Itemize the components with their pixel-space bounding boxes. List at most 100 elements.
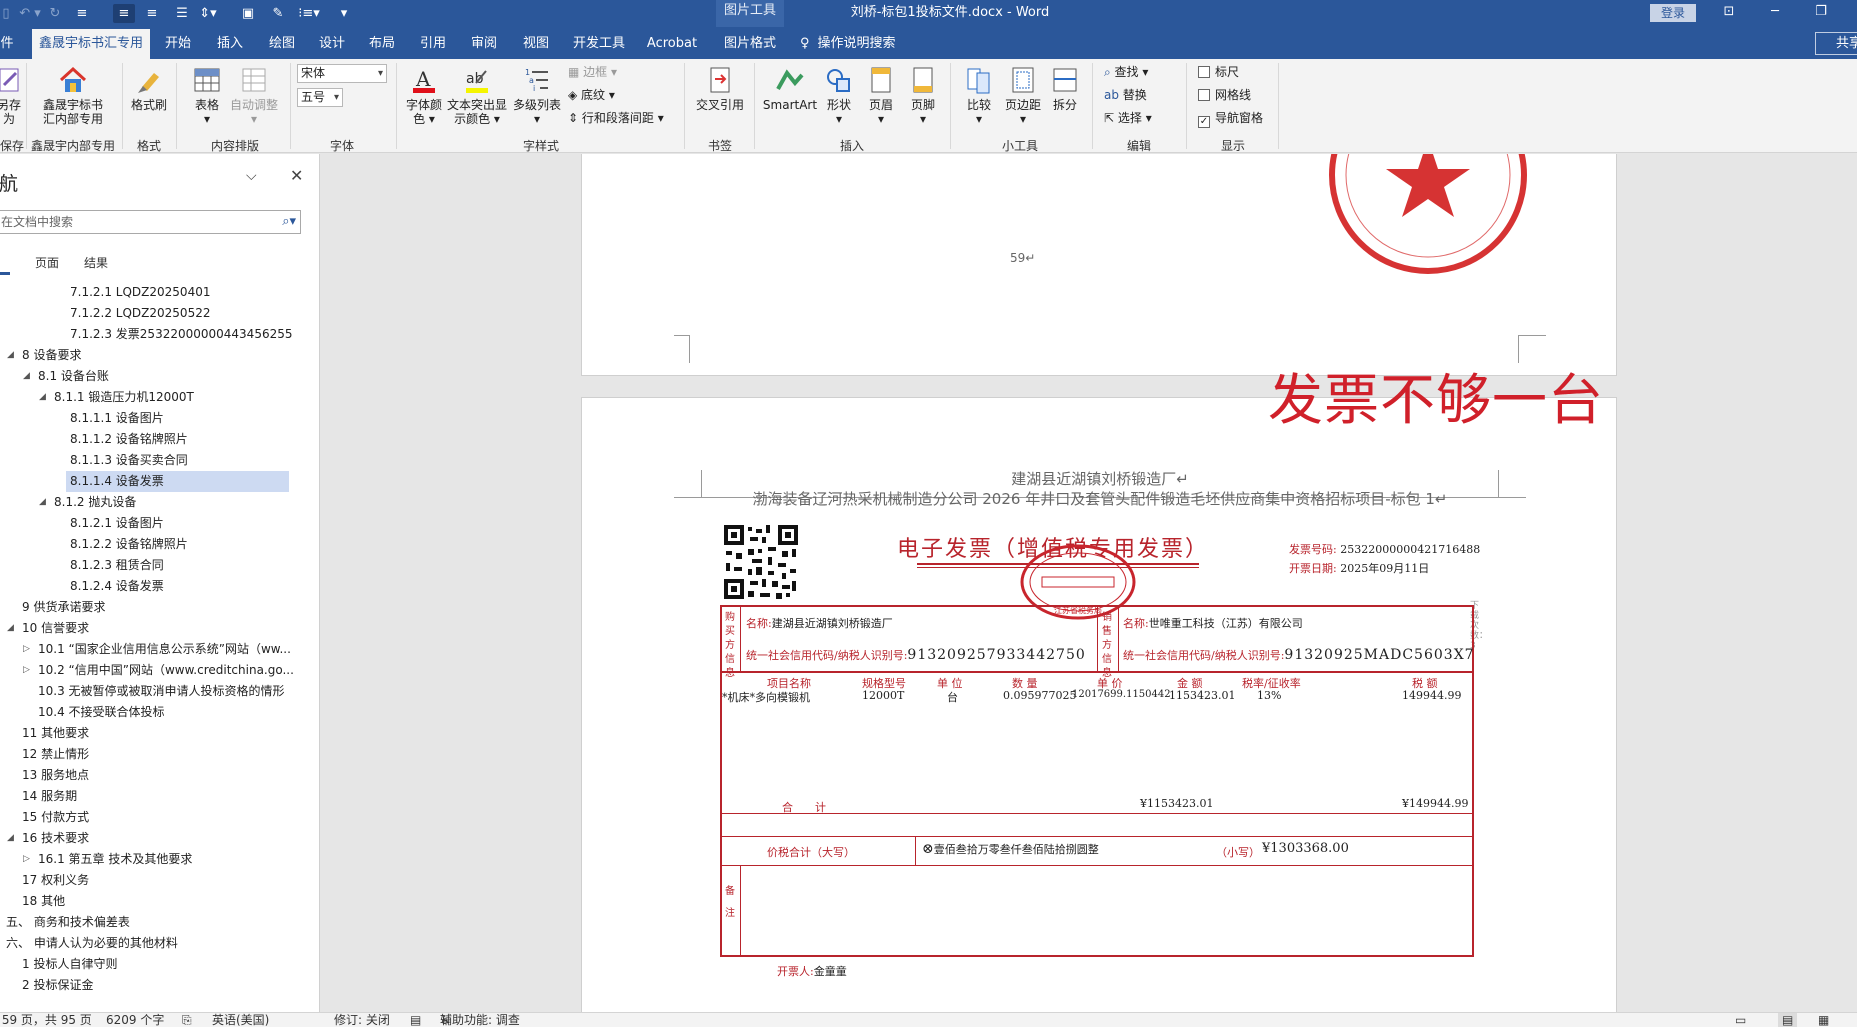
smartart-button[interactable]: SmartArt: [762, 65, 818, 112]
gridlines-checkbox[interactable]: 网格线: [1198, 86, 1251, 104]
tab-picture-format[interactable]: 图片格式: [716, 27, 784, 59]
document-area[interactable]: 59↵ 建湖县近湖镇刘桥锻造厂↵ 渤海装备辽河热采机械制造分公司 2026 年井…: [321, 154, 1857, 1012]
nav-heading-item[interactable]: 7.1.2.2 LQDZ20250522: [70, 303, 210, 324]
justify-icon[interactable]: ☰: [172, 4, 192, 23]
macro-icon[interactable]: ▤: [410, 1013, 421, 1027]
tab-draw[interactable]: 绘图: [262, 27, 302, 59]
font-color-button[interactable]: A 字体颜色 ▾: [402, 65, 446, 126]
status-words[interactable]: 6209 个字: [106, 1013, 164, 1027]
tab-review[interactable]: 审阅: [464, 27, 504, 59]
nav-heading-item[interactable]: 7.1.2.1 LQDZ20250401: [70, 282, 210, 303]
border-button[interactable]: ▦ 边框 ▾: [568, 63, 617, 81]
cross-reference-button[interactable]: 交叉引用: [692, 65, 748, 112]
tab-view[interactable]: 视图: [516, 27, 556, 59]
line-spacing-button[interactable]: ⇕ 行和段落间距 ▾: [568, 109, 664, 127]
font-name-select[interactable]: 宋体: [297, 64, 387, 83]
annotation-text[interactable]: 发票不够一台: [1268, 355, 1604, 435]
nav-heading-item[interactable]: 2 投标保证金: [22, 975, 93, 996]
collapsed-triangle-icon[interactable]: ▷: [23, 660, 30, 681]
nav-heading-item[interactable]: 10.4 不接受联合体投标: [38, 702, 165, 723]
align-right-icon[interactable]: ≡: [142, 4, 162, 23]
nav-heading-item[interactable]: ▷ 10.2 “信用中国”网站（www.creditchina.go...: [23, 660, 294, 681]
ribbon-display-icon[interactable]: ⊡: [1706, 0, 1752, 27]
nav-heading-item[interactable]: 8.1.1.3 设备买卖合同: [70, 450, 188, 471]
line-spacing-icon[interactable]: ⇕▾: [197, 4, 219, 23]
nav-heading-item[interactable]: 10.3 无被暂停或被取消申请人投标资格的情形: [38, 681, 285, 702]
nav-pane-checkbox[interactable]: ✓ 导航窗格: [1198, 109, 1263, 128]
share-button[interactable]: 共享: [1815, 32, 1857, 55]
replace-button[interactable]: ab 替换: [1104, 86, 1147, 104]
nav-heading-item[interactable]: ◢ 16 技术要求: [7, 828, 89, 849]
nav-heading-item[interactable]: 8.1.2.4 设备发票: [70, 576, 164, 597]
expanded-triangle-icon[interactable]: ◢: [7, 828, 14, 849]
nav-heading-item[interactable]: 8.1.2.1 设备图片: [70, 513, 164, 534]
nav-heading-item[interactable]: ◢ 8.1.1 锻造压力机12000T: [39, 387, 194, 408]
nav-heading-item[interactable]: 14 服务期: [22, 786, 77, 807]
shape-button[interactable]: 形状 ▾: [820, 65, 858, 126]
tab-xinsheng[interactable]: 鑫晟宇标书汇专用: [32, 29, 150, 59]
nav-heading-item[interactable]: 9 供货承诺要求: [22, 597, 105, 618]
tab-home[interactable]: 开始: [160, 27, 196, 59]
expanded-triangle-icon[interactable]: ◢: [39, 387, 46, 408]
undo-icon[interactable]: ↶ ▾: [18, 4, 42, 23]
select-button[interactable]: ⇱ 选择 ▾: [1104, 109, 1152, 127]
save-as-button[interactable]: 另存为: [0, 65, 22, 126]
highlight-button[interactable]: ab 文本突出显 示颜色 ▾: [446, 65, 508, 126]
web-layout-icon[interactable]: ▦: [1818, 1013, 1829, 1027]
expanded-triangle-icon[interactable]: ◢: [7, 345, 14, 366]
read-mode-icon[interactable]: ▭: [1735, 1013, 1746, 1027]
auto-adjust-button[interactable]: 自动调整 ▾: [228, 65, 280, 126]
expanded-triangle-icon[interactable]: ◢: [39, 492, 46, 513]
tab-layout[interactable]: 布局: [362, 27, 402, 59]
nav-heading-item[interactable]: 11 其他要求: [22, 723, 89, 744]
print-layout-icon[interactable]: ▤: [1778, 1013, 1798, 1027]
find-button[interactable]: ⌕ 查找 ▾: [1104, 63, 1148, 81]
nav-heading-item[interactable]: 五、 商务和技术偏差表: [6, 912, 130, 933]
expanded-triangle-icon[interactable]: ◢: [23, 366, 30, 387]
nav-heading-item[interactable]: 8.1.1.2 设备铭牌照片: [70, 429, 188, 450]
nav-options-chevron-down-icon[interactable]: ⌵: [246, 168, 257, 184]
nav-heading-item[interactable]: 7.1.2.3 发票25322000000443456255: [70, 324, 293, 345]
login-button[interactable]: 登录: [1650, 4, 1696, 22]
nav-heading-item[interactable]: 8.1.1.4 设备发票: [66, 471, 289, 492]
nav-search-input[interactable]: 在文档中搜索 ⌕▾: [0, 210, 301, 234]
format-painter-button[interactable]: 格式刷: [128, 65, 170, 112]
compare-button[interactable]: 比较 ▾: [958, 65, 1000, 126]
nav-heading-item[interactable]: 1 投标人自律守则: [22, 954, 117, 975]
nav-heading-item[interactable]: 12 禁止情形: [22, 744, 89, 765]
format-painter-qa-icon[interactable]: ✎: [268, 4, 288, 23]
shading-button[interactable]: ◈ 底纹 ▾: [568, 86, 615, 104]
nav-heading-item[interactable]: 六、 申请人认为必要的其他材料: [6, 933, 178, 954]
nav-heading-item[interactable]: 8.1.1.1 设备图片: [70, 408, 164, 429]
collapsed-triangle-icon[interactable]: ▷: [23, 639, 30, 660]
maximize-icon[interactable]: ❐: [1798, 0, 1844, 27]
status-revision[interactable]: 修订: 关闭: [334, 1013, 390, 1027]
minimize-icon[interactable]: ─: [1752, 0, 1798, 27]
search-icon[interactable]: ⌕▾: [282, 211, 296, 233]
nav-heading-item[interactable]: ◢ 8 设备要求: [7, 345, 81, 366]
tab-design[interactable]: 设计: [312, 27, 352, 59]
ruler-checkbox[interactable]: 标尺: [1198, 63, 1239, 81]
align-left-icon[interactable]: ≡: [72, 4, 92, 23]
expanded-triangle-icon[interactable]: ◢: [7, 618, 14, 639]
split-button[interactable]: 拆分: [1048, 65, 1082, 112]
nav-heading-item[interactable]: ◢ 10 信誉要求: [7, 618, 89, 639]
align-center-icon[interactable]: ≡: [113, 4, 135, 23]
collapsed-triangle-icon[interactable]: ▷: [23, 849, 30, 870]
table-button[interactable]: 表格 ▾: [188, 65, 226, 126]
xinsheng-button[interactable]: 鑫晟宇标书 汇内部专用: [36, 65, 110, 126]
nav-heading-item[interactable]: ◢ 8.1.2 抛丸设备: [39, 492, 136, 513]
tab-insert[interactable]: 插入: [210, 27, 250, 59]
invoice-image[interactable]: 电子发票（增值税专用发票） 江苏省税务局 发票号码: 2532200000042…: [720, 523, 1488, 978]
tell-me-search[interactable]: ♀ 操作说明搜索: [800, 27, 896, 59]
nav-heading-item[interactable]: 13 服务地点: [22, 765, 89, 786]
nav-close-icon[interactable]: ✕: [290, 166, 303, 185]
nav-heading-item[interactable]: ◢ 8.1 设备台账: [23, 366, 109, 387]
status-language[interactable]: 英语(美国): [212, 1013, 269, 1027]
tab-references[interactable]: 引用: [413, 27, 453, 59]
nav-heading-item[interactable]: ▷ 16.1 第五章 技术及其他要求: [23, 849, 192, 870]
multilevel-list-button[interactable]: 1ai 多级列表 ▾: [510, 65, 564, 126]
margins-button[interactable]: 页边距 ▾: [1000, 65, 1046, 126]
save-disk-icon[interactable]: ▣: [238, 4, 258, 23]
nav-tab-pages[interactable]: 页面: [35, 254, 59, 271]
